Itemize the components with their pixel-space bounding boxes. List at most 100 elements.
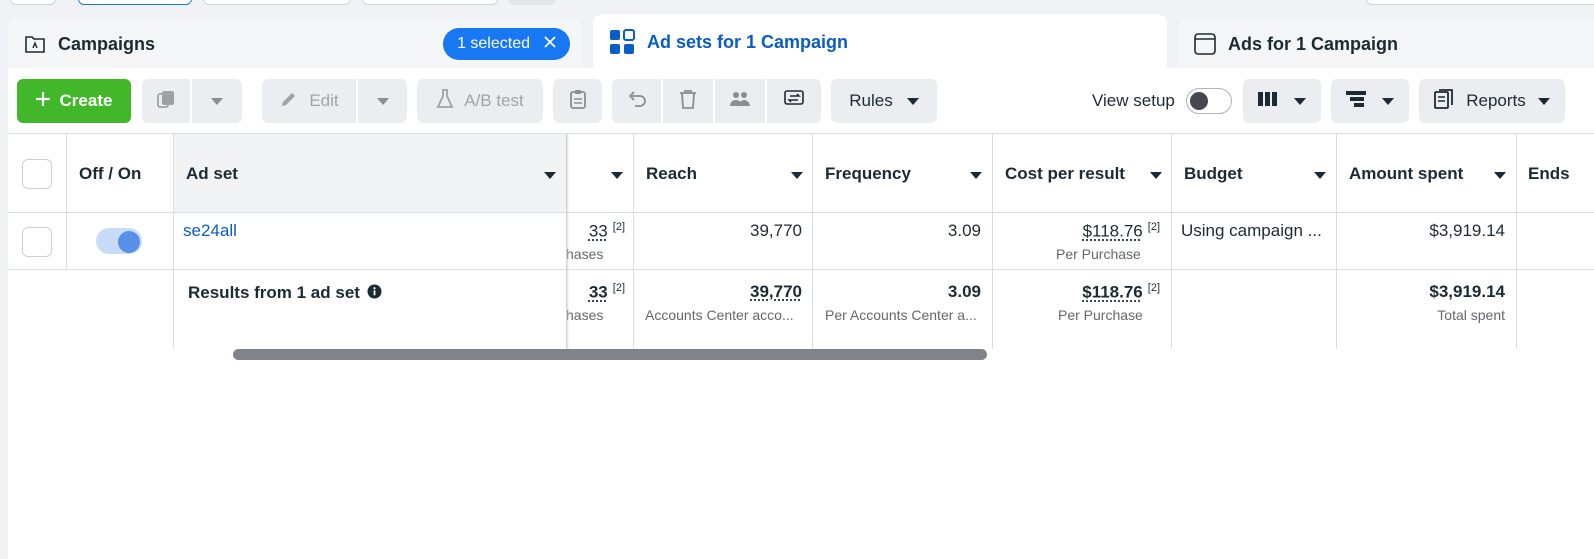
results-sub: hases [566,246,603,262]
header-frequency[interactable]: Frequency [825,164,911,184]
level-tabs: Campaigns 1 selected Ad sets for 1 Campa… [8,14,1594,70]
frequency-cell: 3.09 [948,221,981,241]
summary-cost-sub: Per Purchase [1058,307,1143,323]
info-icon[interactable] [367,284,382,304]
edit-dropdown-button[interactable] [358,79,407,123]
filter-pill[interactable] [508,0,556,5]
date-range-pill[interactable] [1366,0,1594,5]
reports-label: Reports [1466,91,1526,111]
people-icon [729,90,751,113]
filter-pill[interactable] [362,0,498,5]
columns-button[interactable] [1243,79,1321,123]
reach-cell: 39,770 [750,221,802,241]
header-ends[interactable]: Ends [1528,164,1570,184]
horizontal-scrollbar[interactable] [233,349,987,360]
preview-button[interactable] [767,79,821,123]
edit-label: Edit [309,91,338,111]
duplicate-dropdown-button[interactable] [192,79,242,123]
divider [1171,134,1172,349]
divider [8,269,1594,270]
plus-icon [36,91,50,111]
clipboard-button[interactable] [553,79,602,123]
divider [66,134,67,270]
summary-frequency-sub: Per Accounts Center a... [825,307,977,323]
adsets-panel: Create Edit A/B test Rules View setup Re… [8,68,1594,559]
view-setup-label: View setup [1092,91,1175,111]
cost-value: $118.76 [1083,222,1143,241]
reports-button[interactable]: Reports [1419,79,1565,123]
chevron-down-icon [1538,98,1550,105]
chevron-down-icon[interactable] [544,172,556,179]
trash-icon [679,89,697,114]
window-icon [1194,33,1216,55]
view-setup-toggle[interactable] [1186,88,1232,114]
chevron-down-icon[interactable] [970,172,982,179]
ads-manager: Campaigns 1 selected Ad sets for 1 Campa… [0,0,1594,559]
rules-button[interactable]: Rules [831,79,937,123]
filter-pill-active[interactable] [78,0,192,5]
tab-ads-label: Ads for 1 Campaign [1228,34,1398,55]
ab-test-button[interactable]: A/B test [417,79,543,123]
chevron-down-icon[interactable] [791,172,803,179]
budget-cell: Using campaign ... [1181,221,1322,241]
tab-ads[interactable]: Ads for 1 Campaign [1178,19,1594,69]
divider [812,134,813,349]
frozen-column-edge [566,134,569,349]
header-cost-per-result[interactable]: Cost per result [1005,164,1125,184]
create-label: Create [60,91,113,111]
tab-campaigns-label: Campaigns [58,34,155,55]
summary-label: Results from 1 ad set [188,283,382,304]
close-icon[interactable] [544,35,556,53]
row-checkbox[interactable] [22,227,52,257]
select-all-checkbox[interactable] [22,159,52,189]
summary-results-value: 33 [589,283,608,302]
undo-button[interactable] [612,79,661,123]
filter-pill[interactable] [10,0,56,5]
filter-pill[interactable] [203,0,351,5]
chevron-down-icon[interactable] [1150,172,1162,179]
create-button[interactable]: Create [17,79,131,123]
summary-reach-value: 39,770 [750,282,802,301]
header-reach[interactable]: Reach [646,164,697,184]
adset-name-link[interactable]: se24all [183,221,237,241]
summary-reach-sub: Accounts Center acco... [645,307,794,323]
summary-results-note: [2] [613,282,625,294]
tab-campaigns[interactable]: Campaigns 1 selected [8,19,582,69]
audience-button[interactable] [715,79,765,123]
ab-test-label: A/B test [464,91,524,111]
summary-spent-sub: Total spent [1437,307,1505,323]
summary-cost-cell: $118.76 [2] [1082,282,1160,303]
summary-reach-cell: 39,770 [750,282,802,302]
chevron-down-icon[interactable] [1494,172,1506,179]
summary-results-sub: hases [566,307,603,323]
flask-icon [436,89,454,114]
header-budget[interactable]: Budget [1184,164,1243,184]
header-ad-set[interactable]: Ad set [186,164,238,184]
rules-label: Rules [849,91,892,111]
edit-button[interactable]: Edit [262,79,356,123]
chevron-down-icon[interactable] [611,172,623,179]
header-off-on: Off / On [79,164,141,184]
breakdown-button[interactable] [1331,79,1409,123]
summary-results-cell: 33 [2] [589,282,625,303]
summary-spent-cell: $3,919.14 [1429,282,1505,302]
header-amount-spent[interactable]: Amount spent [1349,164,1463,184]
divider [8,212,1594,213]
toggle-knob [1190,92,1208,110]
summary-label-text: Results from 1 ad set [188,283,360,302]
divider [173,134,174,349]
chevron-down-icon[interactable] [1314,172,1326,179]
columns-icon [1258,91,1278,112]
cost-sub: Per Purchase [1056,246,1141,262]
reports-icon [1434,89,1454,114]
adset-on-off-toggle[interactable] [96,228,142,254]
duplicate-button[interactable] [142,79,190,123]
summary-frequency-cell: 3.09 [948,282,981,302]
top-filter-strip [0,0,1594,14]
selected-badge[interactable]: 1 selected [443,28,570,60]
chevron-down-icon [377,98,389,105]
toolbar: Create Edit A/B test Rules View setup Re… [8,68,1594,133]
delete-button[interactable] [663,79,713,123]
grid-icon [609,29,635,55]
tab-adsets[interactable]: Ad sets for 1 Campaign [593,14,1167,70]
